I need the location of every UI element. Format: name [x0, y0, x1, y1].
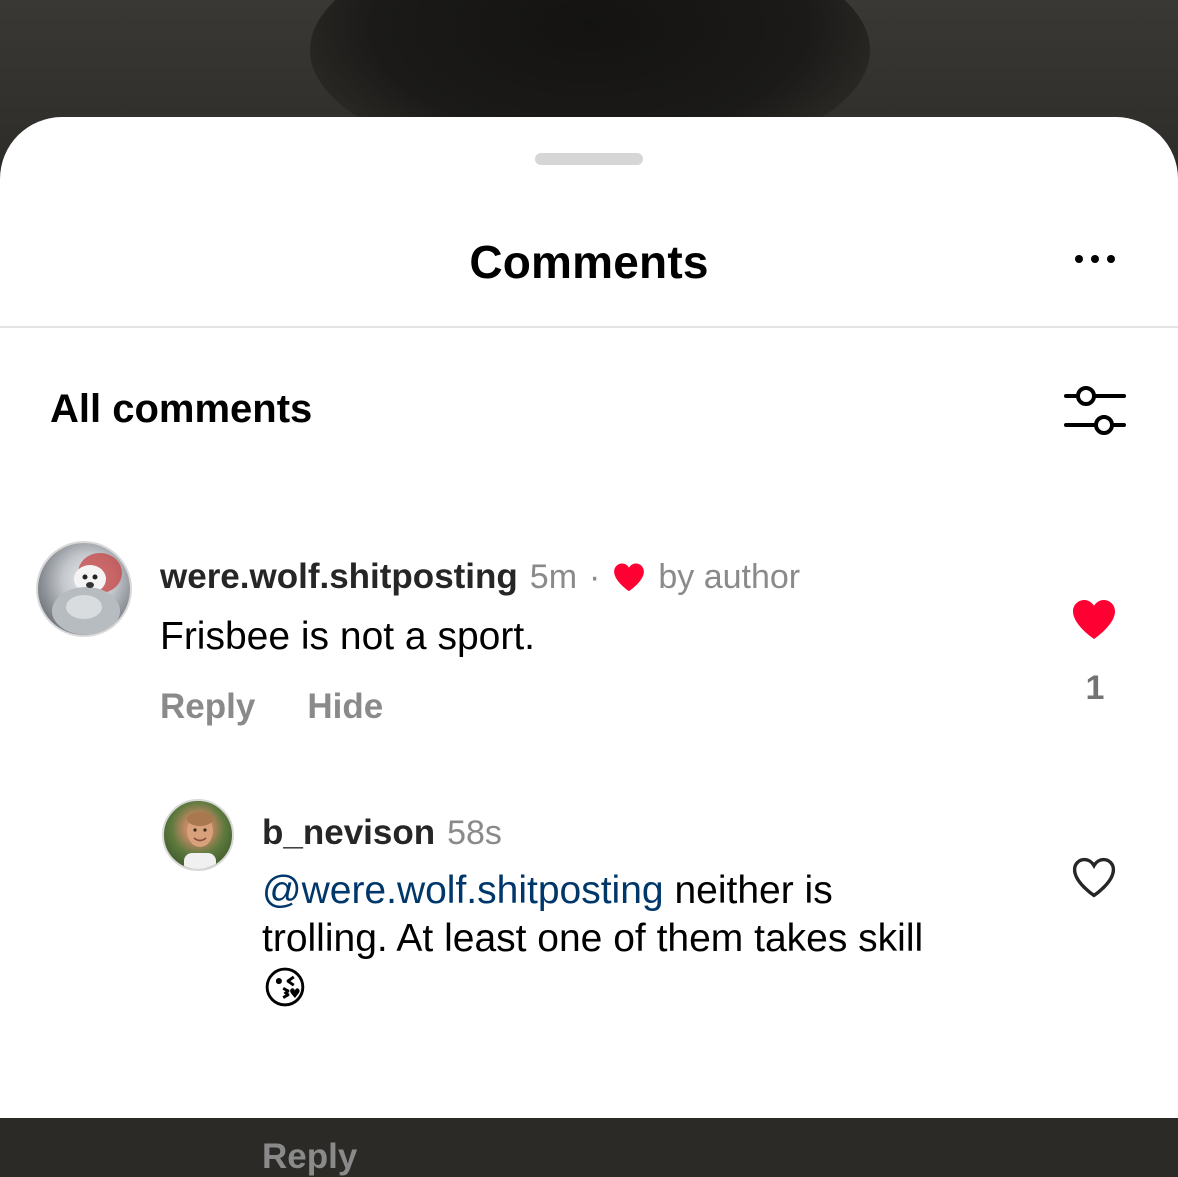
sheet-title: Comments: [469, 236, 709, 288]
avatar[interactable]: [36, 541, 132, 637]
heart-filled-icon: [1073, 600, 1115, 639]
comments-sheet: Comments All comments were.wolf.shitpost…: [0, 117, 1178, 1176]
comment-item: were.wolf.shitposting 5m · by author Fri…: [0, 537, 1178, 837]
filter-sliders-icon: [1064, 386, 1126, 435]
more-options-button[interactable]: [1062, 237, 1128, 281]
avatar[interactable]: [162, 799, 234, 871]
comment-username[interactable]: were.wolf.shitposting: [160, 557, 518, 597]
comment-text-segment: neither is: [663, 869, 833, 912]
header-divider: [0, 326, 1178, 328]
more-icon: [1091, 255, 1099, 263]
comment-text-line: trolling. At least one of them takes ski…: [262, 917, 924, 960]
comment-username[interactable]: b_nevison: [262, 813, 435, 853]
comment-actions: Reply: [262, 1137, 357, 1177]
heart-filled-icon: [614, 563, 645, 592]
filter-button[interactable]: [1062, 381, 1128, 441]
comment-text: @were.wolf.shitposting neither is trolli…: [262, 867, 1042, 1015]
more-icon: [1075, 255, 1083, 263]
comment-header: were.wolf.shitposting 5m · by author: [160, 557, 800, 597]
avatar-image: [184, 812, 216, 869]
like-button[interactable]: [1070, 855, 1120, 903]
like-count: 1: [1085, 669, 1105, 707]
meta-separator: ·: [589, 557, 601, 596]
mention-link[interactable]: @were.wolf.shitposting: [262, 869, 664, 912]
emoji: 😘: [262, 964, 308, 1013]
hide-button[interactable]: Hide: [307, 687, 383, 727]
more-icon: [1107, 255, 1115, 263]
comment-text: Frisbee is not a sport.: [160, 615, 535, 658]
like-button[interactable]: [1070, 597, 1120, 645]
sheet-grabber-handle[interactable]: [535, 153, 643, 165]
reply-button[interactable]: Reply: [262, 1137, 357, 1176]
comment-timestamp: 5m: [529, 557, 578, 596]
reply-button[interactable]: Reply: [160, 687, 255, 727]
reply-comment-item: b_nevison 58s @were.wolf.shitposting nei…: [0, 795, 1178, 1176]
comment-header: b_nevison 58s: [262, 813, 502, 853]
liked-by-author-label: by author: [658, 557, 801, 596]
comment-sort-label: All comments: [50, 387, 313, 431]
avatar-image: [52, 553, 122, 635]
comment-text-line: @were.wolf.shitposting neither is: [262, 867, 1042, 915]
heart-outline-icon: [1072, 857, 1116, 898]
comment-actions: Reply Hide: [160, 687, 383, 727]
comment-timestamp: 58s: [447, 813, 502, 852]
